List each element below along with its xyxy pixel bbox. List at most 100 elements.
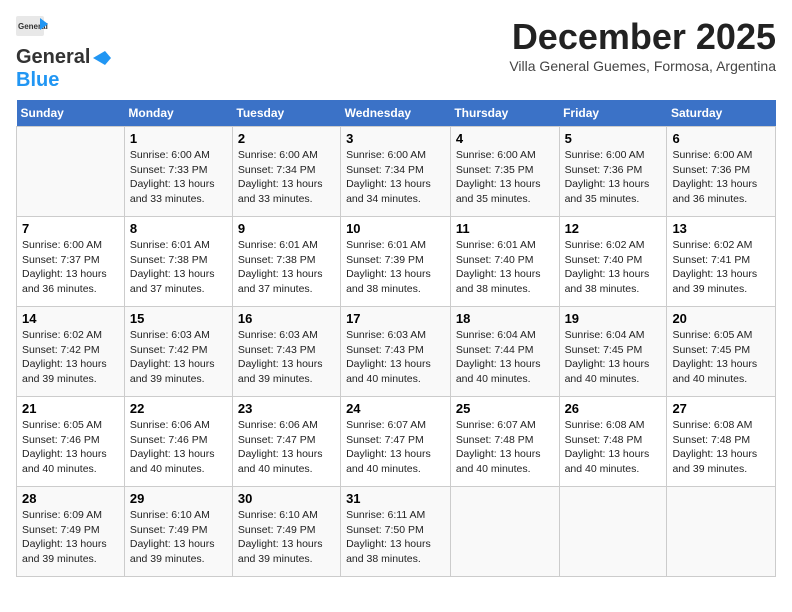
day-number: 12 [565,221,662,236]
day-number: 18 [456,311,554,326]
calendar-cell: 13 Sunrise: 6:02 AMSunset: 7:41 PMDayligh… [667,217,776,307]
day-info: Sunrise: 6:07 AMSunset: 7:47 PMDaylight:… [346,418,445,477]
day-info: Sunrise: 6:02 AMSunset: 7:41 PMDaylight:… [672,238,770,297]
day-number: 31 [346,491,445,506]
month-title: December 2025 [509,16,776,58]
logo-blue-text: Blue [16,69,59,91]
calendar-cell: 19 Sunrise: 6:04 AMSunset: 7:45 PMDayligh… [559,307,667,397]
day-number: 15 [130,311,227,326]
day-info: Sunrise: 6:00 AMSunset: 7:34 PMDaylight:… [346,148,445,207]
day-number: 28 [22,491,119,506]
day-number: 13 [672,221,770,236]
day-number: 2 [238,131,335,146]
calendar-cell: 11 Sunrise: 6:01 AMSunset: 7:40 PMDayligh… [450,217,559,307]
day-info: Sunrise: 6:00 AMSunset: 7:37 PMDaylight:… [22,238,119,297]
day-info: Sunrise: 6:01 AMSunset: 7:39 PMDaylight:… [346,238,445,297]
logo-wing-icon [93,51,111,65]
weekday-header-monday: Monday [124,100,232,127]
day-number: 11 [456,221,554,236]
day-number: 20 [672,311,770,326]
day-info: Sunrise: 6:00 AMSunset: 7:36 PMDaylight:… [672,148,770,207]
calendar-cell: 16Sunrise: 6:03 AMSunset: 7:43 PMDayligh… [232,307,340,397]
calendar-cell: 29Sunrise: 6:10 AMSunset: 7:49 PMDayligh… [124,487,232,577]
day-info: Sunrise: 6:01 AMSunset: 7:40 PMDaylight:… [456,238,554,297]
calendar-cell: 3 Sunrise: 6:00 AMSunset: 7:34 PMDaylight… [341,127,451,217]
day-number: 6 [672,131,770,146]
calendar-cell: 30Sunrise: 6:10 AMSunset: 7:49 PMDayligh… [232,487,340,577]
day-info: Sunrise: 6:04 AMSunset: 7:44 PMDaylight:… [456,328,554,387]
day-info: Sunrise: 6:00 AMSunset: 7:35 PMDaylight:… [456,148,554,207]
calendar-cell: 5 Sunrise: 6:00 AMSunset: 7:36 PMDaylight… [559,127,667,217]
calendar-cell [17,127,125,217]
day-info: Sunrise: 6:11 AMSunset: 7:50 PMDaylight:… [346,508,445,567]
day-info: Sunrise: 6:01 AMSunset: 7:38 PMDaylight:… [238,238,335,297]
calendar-cell: 21 Sunrise: 6:05 AMSunset: 7:46 PMDayligh… [17,397,125,487]
calendar-cell [559,487,667,577]
location-text: Villa General Guemes, Formosa, Argentina [509,58,776,74]
day-number: 3 [346,131,445,146]
day-number: 23 [238,401,335,416]
title-section: December 2025 Villa General Guemes, Form… [509,16,776,74]
calendar-cell: 27Sunrise: 6:08 AMSunset: 7:48 PMDayligh… [667,397,776,487]
day-info: Sunrise: 6:03 AMSunset: 7:43 PMDaylight:… [346,328,445,387]
calendar-cell: 6 Sunrise: 6:00 AMSunset: 7:36 PMDaylight… [667,127,776,217]
day-info: Sunrise: 6:03 AMSunset: 7:42 PMDaylight:… [130,328,227,387]
weekday-header-friday: Friday [559,100,667,127]
day-number: 1 [130,131,227,146]
day-number: 29 [130,491,227,506]
logo: General General Blue [16,16,112,92]
weekday-header-saturday: Saturday [667,100,776,127]
weekday-header-wednesday: Wednesday [341,100,451,127]
logo-general-text: General [16,46,90,69]
day-info: Sunrise: 6:00 AMSunset: 7:36 PMDaylight:… [565,148,662,207]
calendar-cell: 23 Sunrise: 6:06 AMSunset: 7:47 PMDayligh… [232,397,340,487]
day-info: Sunrise: 6:05 AMSunset: 7:46 PMDaylight:… [22,418,119,477]
calendar-cell: 18 Sunrise: 6:04 AMSunset: 7:44 PMDayligh… [450,307,559,397]
day-number: 17 [346,311,445,326]
day-number: 4 [456,131,554,146]
day-number: 19 [565,311,662,326]
calendar-cell: 31 Sunrise: 6:11 AMSunset: 7:50 PMDayligh… [341,487,451,577]
day-info: Sunrise: 6:04 AMSunset: 7:45 PMDaylight:… [565,328,662,387]
day-number: 14 [22,311,119,326]
day-info: Sunrise: 6:05 AMSunset: 7:45 PMDaylight:… [672,328,770,387]
day-number: 21 [22,401,119,416]
day-number: 5 [565,131,662,146]
calendar-cell: 10 Sunrise: 6:01 AMSunset: 7:39 PMDayligh… [341,217,451,307]
calendar-cell: 25Sunrise: 6:07 AMSunset: 7:48 PMDayligh… [450,397,559,487]
page-header: General General Blue December 2025 Villa… [16,16,776,92]
day-number: 22 [130,401,227,416]
day-number: 8 [130,221,227,236]
calendar-cell [450,487,559,577]
day-info: Sunrise: 6:06 AMSunset: 7:46 PMDaylight:… [130,418,227,477]
calendar-cell: 8 Sunrise: 6:01 AMSunset: 7:38 PMDaylight… [124,217,232,307]
day-number: 27 [672,401,770,416]
day-number: 7 [22,221,119,236]
day-info: Sunrise: 6:07 AMSunset: 7:48 PMDaylight:… [456,418,554,477]
day-info: Sunrise: 6:01 AMSunset: 7:38 PMDaylight:… [130,238,227,297]
calendar-cell: 17 Sunrise: 6:03 AMSunset: 7:43 PMDayligh… [341,307,451,397]
day-info: Sunrise: 6:02 AMSunset: 7:42 PMDaylight:… [22,328,119,387]
day-number: 30 [238,491,335,506]
calendar-cell: 7 Sunrise: 6:00 AMSunset: 7:37 PMDaylight… [17,217,125,307]
calendar-cell: 14 Sunrise: 6:02 AMSunset: 7:42 PMDayligh… [17,307,125,397]
calendar-cell: 20 Sunrise: 6:05 AMSunset: 7:45 PMDayligh… [667,307,776,397]
day-number: 26 [565,401,662,416]
day-number: 10 [346,221,445,236]
day-info: Sunrise: 6:06 AMSunset: 7:47 PMDaylight:… [238,418,335,477]
calendar-cell: 22 Sunrise: 6:06 AMSunset: 7:46 PMDayligh… [124,397,232,487]
weekday-header-thursday: Thursday [450,100,559,127]
day-info: Sunrise: 6:02 AMSunset: 7:40 PMDaylight:… [565,238,662,297]
day-info: Sunrise: 6:08 AMSunset: 7:48 PMDaylight:… [565,418,662,477]
weekday-header-tuesday: Tuesday [232,100,340,127]
calendar-cell: 15 Sunrise: 6:03 AMSunset: 7:42 PMDayligh… [124,307,232,397]
calendar-cell [667,487,776,577]
day-info: Sunrise: 6:00 AMSunset: 7:33 PMDaylight:… [130,148,227,207]
calendar-cell: 2Sunrise: 6:00 AMSunset: 7:34 PMDaylight… [232,127,340,217]
calendar-cell: 9 Sunrise: 6:01 AMSunset: 7:38 PMDaylight… [232,217,340,307]
calendar-cell: 4 Sunrise: 6:00 AMSunset: 7:35 PMDaylight… [450,127,559,217]
day-info: Sunrise: 6:09 AMSunset: 7:49 PMDaylight:… [22,508,119,567]
day-info: Sunrise: 6:03 AMSunset: 7:43 PMDaylight:… [238,328,335,387]
logo-icon: General [16,16,48,44]
day-number: 9 [238,221,335,236]
